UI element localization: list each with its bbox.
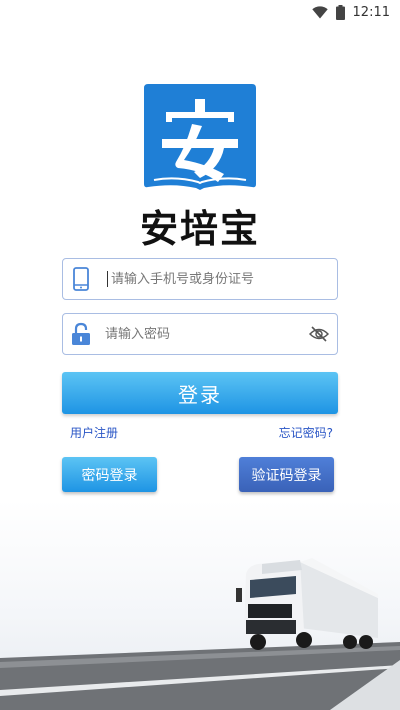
register-link[interactable]: 用户注册	[70, 424, 118, 441]
status-bar: 12:11	[0, 0, 400, 24]
wifi-icon	[311, 5, 328, 18]
truck-road-illustration	[0, 500, 400, 710]
code-login-button[interactable]: 验证码登录	[239, 457, 334, 492]
lock-icon	[63, 322, 99, 346]
eye-off-icon[interactable]	[301, 326, 337, 342]
phone-field[interactable]	[62, 258, 338, 300]
password-input[interactable]	[99, 314, 301, 354]
forgot-password-link[interactable]: 忘记密码?	[279, 424, 333, 441]
status-time: 12:11	[352, 4, 390, 20]
phone-input[interactable]	[107, 271, 337, 287]
password-field[interactable]	[62, 313, 338, 355]
login-button[interactable]: 登录	[62, 372, 338, 414]
app-logo	[144, 84, 256, 190]
phone-icon	[63, 267, 99, 291]
password-login-button[interactable]: 密码登录	[62, 457, 157, 492]
app-name: 安培宝	[139, 207, 260, 251]
battery-icon	[335, 4, 345, 20]
